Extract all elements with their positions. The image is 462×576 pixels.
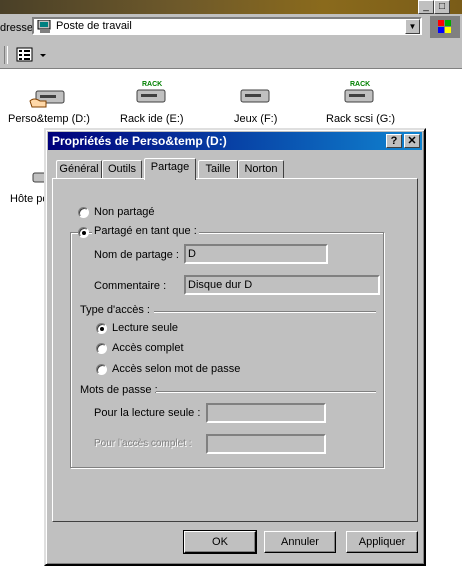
read-only-radio[interactable] <box>96 323 107 334</box>
maximize-glyph: □ <box>438 1 446 12</box>
toolbar <box>0 42 462 69</box>
tab-label: Norton <box>244 163 278 175</box>
read-only-password-input[interactable] <box>206 403 326 423</box>
cancel-button[interactable]: Annuler <box>264 531 336 553</box>
shared-as-radio[interactable] <box>78 227 89 238</box>
close-icon: ✕ <box>407 135 417 147</box>
properties-dialog: Propriétés de Perso&temp (D:) ? ✕ Généra… <box>44 128 426 566</box>
read-only-password-label: Pour la lecture seule : <box>94 407 201 419</box>
share-name-input[interactable]: D <box>184 244 328 264</box>
address-input[interactable]: Poste de travail ▼ <box>32 17 422 35</box>
dialog-title: Propriétés de Perso&temp (D:) <box>52 134 227 148</box>
passwords-label: Mots de passe : <box>80 384 158 396</box>
views-button[interactable] <box>16 46 52 64</box>
drive-label: Rack scsi (G:) <box>326 113 396 125</box>
tab-label: Taille <box>205 163 231 175</box>
share-name-label: Nom de partage : <box>94 249 179 261</box>
toolbar-separator <box>4 46 8 64</box>
share-name-value: D <box>188 248 196 260</box>
drive-label: Hôte po <box>10 193 49 205</box>
minimize-button[interactable]: _ <box>418 0 434 14</box>
apply-label: Appliquer <box>358 536 406 548</box>
help-icon: ? <box>390 135 398 147</box>
ok-label: OK <box>212 536 228 548</box>
password-access-radio[interactable] <box>96 364 107 375</box>
address-bar: dresse Poste de travail ▼ <box>0 14 462 43</box>
tab-size[interactable]: Taille <box>198 160 238 178</box>
address-label: dresse <box>0 22 34 34</box>
full-access-radio[interactable] <box>96 343 107 354</box>
windows-logo-icon <box>430 16 460 38</box>
access-type-divider <box>154 311 376 313</box>
address-dropdown-button[interactable]: ▼ <box>405 19 420 34</box>
dialog-title-bar[interactable]: Propriétés de Perso&temp (D:) ? ✕ <box>48 132 422 150</box>
ok-button[interactable]: OK <box>183 530 257 554</box>
drive-icon <box>240 89 270 103</box>
rack-drive-icon <box>136 89 166 103</box>
rack-tag: RACK <box>350 81 371 88</box>
full-access-password-input[interactable] <box>206 434 326 454</box>
tab-label: Partage <box>150 161 190 173</box>
apply-button[interactable]: Appliquer <box>346 531 418 553</box>
rack-drive-icon <box>344 89 374 103</box>
full-access-password-label: Pour l'accès complet : <box>94 438 192 449</box>
tab-general[interactable]: Général <box>56 160 102 178</box>
not-shared-radio[interactable] <box>78 207 89 218</box>
address-value: Poste de travail <box>56 20 132 32</box>
tab-label: Outils <box>107 163 137 175</box>
shared-as-label: Partagé en tant que : <box>92 225 199 237</box>
shared-drive-icon <box>29 90 65 108</box>
comment-label: Commentaire : <box>94 280 167 292</box>
comment-value: Disque dur D <box>188 279 253 291</box>
explorer-title-bar: _ □ <box>0 0 462 14</box>
full-access-label: Accès complet <box>112 342 184 354</box>
drive-label: Perso&temp (D:) <box>8 113 90 125</box>
tab-sharing[interactable]: Partage <box>144 158 196 180</box>
passwords-divider <box>156 391 376 393</box>
close-button[interactable]: ✕ <box>404 134 420 148</box>
drive-label: Rack ide (E:) <box>120 113 184 125</box>
help-button[interactable]: ? <box>386 134 402 148</box>
read-only-label: Lecture seule <box>112 322 179 334</box>
not-shared-label: Non partagé <box>94 206 155 218</box>
access-type-label: Type d'accès : <box>80 304 150 316</box>
comment-input[interactable]: Disque dur D <box>184 275 380 295</box>
minimize-glyph: _ <box>423 1 429 12</box>
password-access-label: Accès selon mot de passe <box>112 363 241 375</box>
maximize-button[interactable]: □ <box>434 0 450 14</box>
rack-tag: RACK <box>142 81 163 88</box>
tab-norton[interactable]: Norton <box>238 160 284 178</box>
tab-label: Général <box>59 163 99 175</box>
cancel-label: Annuler <box>281 536 319 548</box>
view-list-icon <box>16 47 46 62</box>
tab-tools[interactable]: Outils <box>102 160 142 178</box>
drive-label: Jeux (F:) <box>234 113 278 125</box>
computer-icon <box>37 20 51 33</box>
